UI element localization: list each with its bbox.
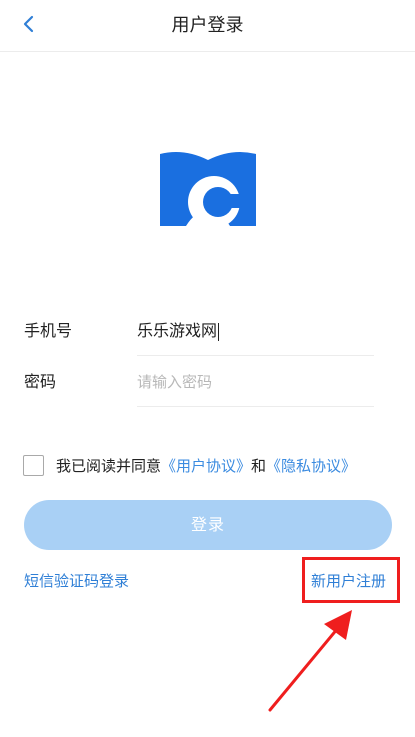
phone-input-value: 乐乐游戏网 [137,321,218,340]
text-cursor [218,322,220,341]
agreement-connector: 和 [251,456,267,475]
privacy-agreement-link[interactable]: 《隐私协议》 [266,455,356,476]
login-screen: 用户登录 手机号 乐乐游戏网 密码 我已阅读并同意 《用户协议》 和 《隐私协议… [0,0,415,737]
annotation-arrow-icon [268,610,352,712]
login-button[interactable]: 登录 [24,500,392,550]
app-logo [160,150,256,228]
phone-field-row: 手机号 乐乐游戏网 [24,306,374,356]
register-link[interactable]: 新用户注册 [311,570,386,591]
user-agreement-link[interactable]: 《用户协议》 [161,455,251,476]
password-field-row: 密码 [24,357,374,407]
phone-input[interactable]: 乐乐游戏网 [137,306,374,356]
divider [137,406,374,407]
sms-login-link[interactable]: 短信验证码登录 [24,570,129,591]
phone-label: 手机号 [24,321,73,340]
header-bar: 用户登录 [0,0,415,52]
page-title: 用户登录 [171,15,244,36]
agreement-row: 我已阅读并同意 《用户协议》 和 《隐私协议》 [23,452,356,478]
agreement-prefix: 我已阅读并同意 [56,456,162,475]
agreement-checkbox[interactable] [23,454,44,476]
password-label: 密码 [24,372,57,391]
password-input[interactable] [137,357,374,407]
divider [137,355,374,356]
